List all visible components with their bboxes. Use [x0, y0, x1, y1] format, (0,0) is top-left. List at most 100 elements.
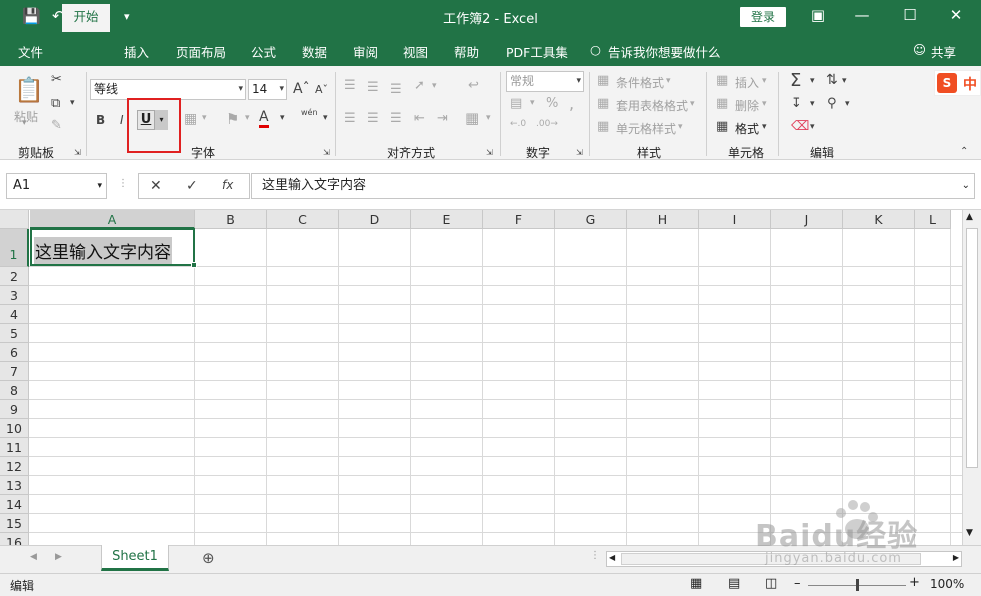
phonetic-icon[interactable]: wén — [301, 108, 318, 117]
alignment-launcher-icon[interactable]: ⇲ — [486, 148, 493, 157]
tab-page-layout[interactable]: 页面布局 — [176, 42, 226, 61]
tab-review[interactable]: 审阅 — [353, 42, 378, 61]
row-header-10[interactable]: 10 — [0, 419, 29, 438]
orientation-dropdown-icon[interactable]: ▾ — [432, 81, 437, 91]
scroll-up-icon[interactable]: ▲ — [966, 212, 973, 222]
name-box[interactable]: A1 ▾ — [6, 173, 107, 199]
column-header-k[interactable]: K — [843, 210, 915, 229]
ime-indicator[interactable]: S 中 — [934, 70, 981, 96]
find-select-icon[interactable]: ⚲ — [827, 96, 837, 111]
page-break-view-icon[interactable]: ◫ — [765, 576, 777, 591]
row-header-5[interactable]: 5 — [0, 324, 29, 343]
add-sheet-icon[interactable]: ⊕ — [202, 549, 215, 567]
sheet-tab[interactable]: Sheet1 — [101, 545, 169, 571]
vertical-scrollbar[interactable]: ▲ ▼ — [962, 210, 981, 545]
tab-file[interactable]: 文件 — [18, 42, 43, 61]
copy-dropdown-icon[interactable]: ▾ — [70, 98, 75, 108]
column-header-c[interactable]: C — [267, 210, 339, 229]
row-header-14[interactable]: 14 — [0, 495, 29, 514]
cell-styles-button[interactable]: 单元格样式 — [616, 120, 676, 137]
copy-icon[interactable]: ⧉ — [51, 96, 60, 111]
scroll-down-icon[interactable]: ▼ — [966, 528, 973, 538]
insert-cells-button[interactable]: 插入 — [735, 74, 759, 91]
cancel-icon[interactable]: ✕ — [150, 178, 162, 194]
borders-icon[interactable]: ▦ — [184, 111, 197, 127]
column-header-e[interactable]: E — [411, 210, 483, 229]
currency-icon[interactable]: ▤ — [510, 96, 522, 111]
row-header-1[interactable]: 1 — [0, 229, 29, 267]
column-header-l[interactable]: L — [915, 210, 951, 229]
cell-a1[interactable]: 这里输入文字内容 — [30, 228, 197, 268]
paste-dropdown-icon[interactable]: ▾ — [22, 118, 27, 128]
tab-formulas[interactable]: 公式 — [251, 42, 276, 61]
number-format-combo[interactable]: 常规 ▾ — [506, 71, 584, 92]
align-left-icon[interactable]: ☰ — [344, 111, 356, 126]
conditional-format-button[interactable]: 条件格式 — [616, 74, 664, 91]
font-size-combo[interactable]: 14 ▾ — [248, 79, 287, 100]
merge-dropdown-icon[interactable]: ▾ — [486, 113, 491, 123]
enter-icon[interactable]: ✓ — [186, 178, 198, 194]
row-header-2[interactable]: 2 — [0, 267, 29, 286]
column-header-f[interactable]: F — [483, 210, 555, 229]
font-launcher-icon[interactable]: ⇲ — [323, 148, 330, 157]
number-launcher-icon[interactable]: ⇲ — [576, 148, 583, 157]
scroll-left-icon[interactable]: ◀ — [609, 553, 615, 562]
maximize-icon[interactable]: ☐ — [898, 6, 922, 24]
increase-decimal-icon[interactable]: ←.0 — [510, 119, 526, 129]
row-header-11[interactable]: 11 — [0, 438, 29, 457]
zoom-slider-thumb[interactable] — [856, 579, 859, 591]
minimize-icon[interactable]: — — [850, 6, 874, 24]
close-icon[interactable]: ✕ — [944, 6, 968, 24]
fill-icon[interactable]: ↧ — [791, 96, 802, 111]
currency-dropdown-icon[interactable]: ▾ — [530, 98, 535, 108]
paste-icon[interactable]: 📋 — [14, 76, 44, 104]
format-cells-button[interactable]: 格式 — [735, 120, 759, 137]
scroll-thumb[interactable] — [966, 228, 978, 468]
tab-view[interactable]: 视图 — [403, 42, 428, 61]
align-bottom-icon[interactable]: ☰ — [390, 82, 402, 97]
sort-filter-dropdown-icon[interactable]: ▾ — [842, 76, 847, 86]
next-sheet-icon[interactable]: ▶ — [55, 552, 62, 562]
autosum-dropdown-icon[interactable]: ▾ — [810, 76, 815, 86]
tab-insert[interactable]: 插入 — [124, 42, 149, 61]
share-button[interactable]: 共享 — [931, 42, 956, 61]
percent-icon[interactable]: % — [546, 96, 558, 111]
row-header-13[interactable]: 13 — [0, 476, 29, 495]
ribbon-display-icon[interactable]: ▣ — [806, 6, 830, 24]
fill-handle[interactable] — [191, 262, 197, 268]
column-header-d[interactable]: D — [339, 210, 411, 229]
comma-icon[interactable]: , — [569, 94, 574, 113]
zoom-out-icon[interactable]: – — [794, 576, 801, 591]
wrap-text-icon[interactable]: ↩ — [468, 78, 479, 93]
tab-pdf-tools[interactable]: PDF工具集 — [506, 42, 568, 61]
align-middle-icon[interactable]: ☰ — [367, 80, 379, 95]
align-top-icon[interactable]: ☰ — [344, 78, 356, 93]
clear-icon[interactable]: ⌫ — [791, 119, 809, 134]
tab-home[interactable]: 开始 — [62, 4, 110, 32]
format-as-table-button[interactable]: 套用表格格式 — [616, 97, 688, 114]
select-all-corner[interactable] — [0, 210, 29, 229]
merge-center-icon[interactable]: ▦ — [465, 109, 479, 127]
font-name-combo[interactable]: 等线 ▾ — [90, 79, 246, 100]
orientation-icon[interactable]: ➚ — [414, 78, 425, 93]
row-header-16[interactable]: 16 — [0, 533, 29, 545]
prev-sheet-icon[interactable]: ◀ — [30, 552, 37, 562]
tab-help[interactable]: 帮助 — [454, 42, 479, 61]
column-header-j[interactable]: J — [771, 210, 843, 229]
fill-dropdown-icon[interactable]: ▾ — [810, 99, 815, 109]
normal-view-icon[interactable]: ▦ — [690, 576, 702, 591]
login-button[interactable]: 登录 — [740, 7, 786, 27]
column-header-g[interactable]: G — [555, 210, 627, 229]
tab-data[interactable]: 数据 — [302, 42, 327, 61]
fill-color-dropdown-icon[interactable]: ▾ — [245, 113, 250, 123]
row-header-12[interactable]: 12 — [0, 457, 29, 476]
borders-dropdown-icon[interactable]: ▾ — [202, 113, 207, 123]
phonetic-dropdown-icon[interactable]: ▾ — [323, 113, 328, 123]
column-header-i[interactable]: I — [699, 210, 771, 229]
tell-me-search[interactable]: 告诉我你想要做什么 — [608, 42, 721, 61]
increase-indent-icon[interactable]: ⇥ — [437, 111, 448, 126]
column-header-h[interactable]: H — [627, 210, 699, 229]
decrease-font-icon[interactable]: Aˇ — [315, 83, 328, 96]
zoom-in-icon[interactable]: + — [909, 575, 920, 590]
expand-formula-icon[interactable]: ⌄ — [962, 174, 970, 198]
